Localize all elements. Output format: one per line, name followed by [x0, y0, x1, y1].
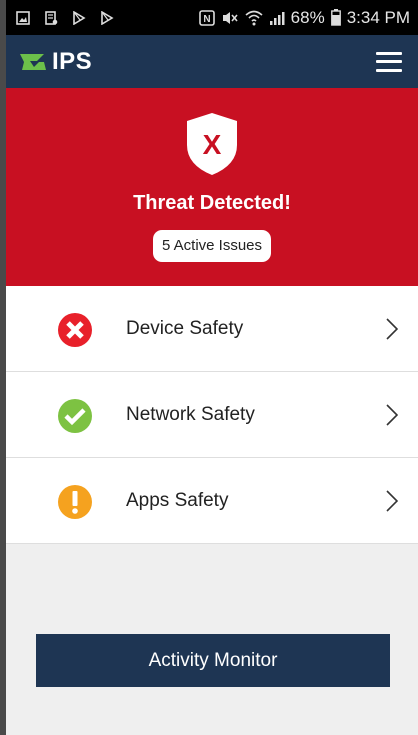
chevron-right-icon [386, 318, 398, 340]
chevron-right-icon [386, 404, 398, 426]
device-safety-row[interactable]: Device Safety [6, 286, 418, 372]
nfc-icon: N [198, 9, 215, 27]
svg-text:N: N [203, 14, 210, 25]
signal-icon [269, 9, 285, 27]
error-x-icon [58, 313, 92, 347]
ips-logo: IPS [18, 48, 92, 76]
play-store-icon [98, 9, 116, 27]
wifi-icon [245, 9, 263, 27]
warning-exclamation-icon [58, 485, 92, 519]
clock: 3:34 PM [346, 7, 410, 27]
play-store-icon [70, 9, 88, 27]
gallery-icon [14, 9, 32, 27]
status-bar: N 68% 3:34 PM [6, 0, 418, 35]
notification-icons [14, 9, 116, 27]
logo-text: IPS [52, 47, 93, 75]
ips-logo-mark-icon [20, 53, 46, 70]
device-safety-label: Device Safety [126, 318, 244, 339]
threat-title: Threat Detected! [133, 192, 291, 214]
mute-icon [221, 9, 239, 27]
network-safety-row[interactable]: Network Safety [6, 372, 418, 458]
hamburger-menu-icon[interactable] [376, 51, 402, 72]
safety-list: Device Safety Network Safety Apps Safety [6, 286, 418, 544]
document-icon [42, 9, 60, 27]
app-header: IPS [6, 35, 418, 88]
battery-icon [330, 9, 341, 27]
battery-percent: 68% [290, 7, 325, 27]
svg-text:X: X [203, 129, 222, 160]
shield-x-icon: X [187, 113, 237, 175]
network-safety-label: Network Safety [126, 404, 255, 425]
system-icons: N 68% 3:34 PM [198, 7, 410, 27]
apps-safety-row[interactable]: Apps Safety [6, 458, 418, 544]
activity-monitor-button[interactable]: Activity Monitor [36, 634, 390, 687]
chevron-right-icon [386, 490, 398, 512]
apps-safety-label: Apps Safety [126, 490, 229, 511]
check-icon [58, 399, 92, 433]
threat-banner: X Threat Detected! 5 Active Issues [6, 88, 418, 286]
phone-screen: N 68% 3:34 PM IPS X Threat Detected! 5 A… [6, 0, 418, 735]
active-issues-badge[interactable]: 5 Active Issues [153, 230, 271, 262]
